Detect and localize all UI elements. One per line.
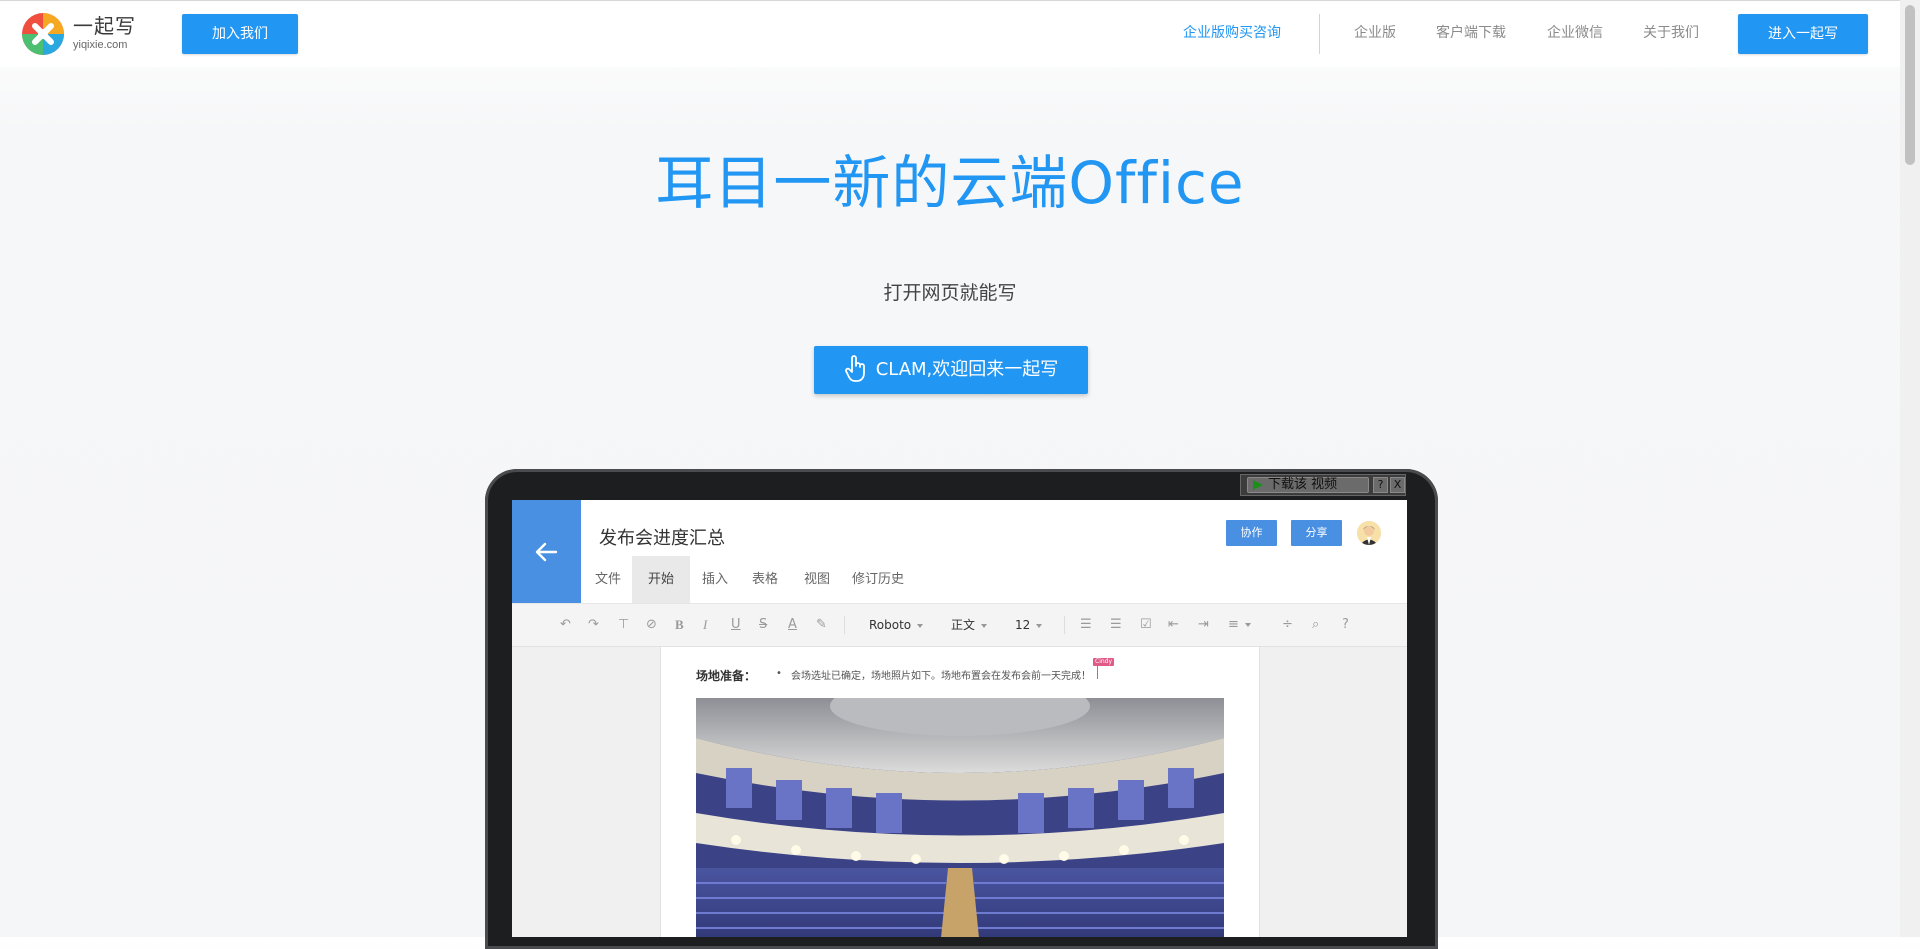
collaborate-button[interactable]: 协作 bbox=[1226, 520, 1277, 546]
nav-client-download[interactable]: 客户端下载 bbox=[1436, 24, 1506, 42]
font-size-select[interactable]: 12 bbox=[1015, 617, 1043, 633]
chevron-down-icon bbox=[1244, 622, 1251, 627]
section-label: 场地准备： bbox=[696, 669, 757, 683]
tab-file[interactable]: 文件 bbox=[588, 556, 628, 603]
welcome-back-button[interactable]: CLAM,欢迎回来一起写 bbox=[814, 346, 1088, 394]
logo-domain: yiqixie.com bbox=[73, 39, 128, 51]
venue-photo bbox=[696, 698, 1224, 937]
tab-revision-history[interactable]: 修订历史 bbox=[850, 556, 906, 603]
paragraph-style-value: 正文 bbox=[951, 618, 976, 632]
user-avatar[interactable] bbox=[1357, 521, 1381, 545]
redo-icon[interactable]: ↷ bbox=[588, 617, 599, 633]
welcome-button-label: CLAM,欢迎回来一起写 bbox=[875, 359, 1059, 380]
tab-home[interactable]: 开始 bbox=[632, 556, 690, 603]
toolbar-divider bbox=[844, 616, 845, 634]
outdent-icon[interactable]: ⇤ bbox=[1168, 617, 1179, 633]
chevron-down-icon bbox=[917, 623, 924, 628]
chevron-down-icon bbox=[1036, 623, 1043, 628]
hero-title: 耳目一新的云端Office bbox=[655, 149, 1245, 217]
share-button[interactable]: 分享 bbox=[1291, 520, 1342, 546]
download-video-label: 下载该 视频 bbox=[1268, 477, 1338, 492]
font-color-icon[interactable]: A bbox=[788, 617, 797, 633]
checklist-icon[interactable]: ☑ bbox=[1140, 617, 1152, 633]
nav-enterprise-consult[interactable]: 企业版购买咨询 bbox=[1183, 24, 1281, 42]
scrollbar-thumb[interactable] bbox=[1905, 5, 1915, 165]
bullet: • bbox=[776, 668, 782, 679]
bullet-list-icon[interactable]: ☰ bbox=[1110, 617, 1122, 633]
search-icon[interactable]: ⌕ bbox=[1312, 617, 1319, 633]
top-navbar: 一起写 yiqixie.com 加入我们 企业版购买咨询 企业版 客户端下载 企… bbox=[0, 0, 1900, 67]
back-button[interactable] bbox=[512, 500, 581, 603]
logo-name: 一起写 bbox=[73, 14, 136, 38]
undo-icon[interactable]: ↶ bbox=[560, 617, 571, 633]
nav-divider bbox=[1319, 14, 1320, 54]
underline-icon[interactable]: U bbox=[731, 617, 741, 633]
nav-enterprise[interactable]: 企业版 bbox=[1354, 24, 1396, 42]
clear-format-icon[interactable]: ⊘ bbox=[646, 617, 657, 633]
highlight-icon[interactable]: ✎ bbox=[816, 617, 827, 633]
indent-icon[interactable]: ⇥ bbox=[1198, 617, 1209, 633]
format-painter-icon[interactable]: ⊤ bbox=[618, 617, 629, 633]
font-size-value: 12 bbox=[1015, 618, 1031, 632]
tab-view[interactable]: 视图 bbox=[796, 556, 838, 603]
arrow-left-icon bbox=[535, 542, 558, 562]
download-video-button[interactable]: 下载该 视频 bbox=[1247, 477, 1369, 493]
page-scrollbar[interactable] bbox=[1900, 0, 1920, 937]
paragraph-style-select[interactable]: 正文 bbox=[951, 617, 988, 633]
align-icon[interactable]: ≡ bbox=[1228, 617, 1251, 633]
font-family-select[interactable]: Roboto bbox=[869, 617, 924, 633]
paragraph-text: 会场选址已确定，场地照片如下。场地布置会在发布会前一天完成！ bbox=[791, 671, 1091, 682]
chevron-down-icon bbox=[981, 623, 988, 628]
collaborator-cursor bbox=[1097, 666, 1098, 679]
nav-enterprise-wechat[interactable]: 企业微信 bbox=[1547, 24, 1603, 42]
italic-icon[interactable]: I bbox=[703, 617, 707, 633]
nav-about-us[interactable]: 关于我们 bbox=[1643, 24, 1699, 42]
hand-pointer-icon bbox=[844, 355, 865, 382]
document-title: 发布会进度汇总 bbox=[599, 528, 725, 549]
toolbar-divider bbox=[1064, 616, 1065, 634]
strikethrough-icon[interactable]: S bbox=[759, 617, 767, 633]
font-family-value: Roboto bbox=[869, 618, 912, 632]
logo-text[interactable]: 一起写 yiqixie.com bbox=[73, 15, 136, 51]
help-button[interactable]: ? bbox=[1373, 477, 1388, 493]
numbered-list-icon[interactable]: ☰ bbox=[1080, 617, 1092, 633]
document-page[interactable]: 场地准备： • 会场选址已确定，场地照片如下。场地布置会在发布会前一天完成！ C… bbox=[660, 647, 1260, 937]
enter-app-button[interactable]: 进入一起写 bbox=[1738, 14, 1868, 54]
collaborator-cursor-tag: Cindy bbox=[1093, 658, 1115, 666]
app-screenshot: 发布会进度汇总 协作 分享 文件 开始 插入 表格 视图 修订历史 ↶ ↷ ⊤ … bbox=[512, 500, 1407, 937]
tab-insert[interactable]: 插入 bbox=[694, 556, 736, 603]
format-toolbar: ↶ ↷ ⊤ ⊘ B I U S A ✎ Roboto 正文 12 ☰ ☰ ☑ ⇤… bbox=[512, 603, 1407, 647]
page-break-icon[interactable]: ÷ bbox=[1282, 617, 1293, 633]
play-icon bbox=[1253, 480, 1263, 490]
join-us-button[interactable]: 加入我们 bbox=[182, 14, 298, 54]
yiqixie-logo-icon[interactable] bbox=[21, 12, 65, 56]
hero-subtitle: 打开网页就能写 bbox=[883, 282, 1017, 304]
doc-header: 发布会进度汇总 协作 分享 文件 开始 插入 表格 视图 修订历史 bbox=[512, 500, 1407, 603]
help-icon[interactable]: ? bbox=[1342, 617, 1349, 633]
video-download-overlay: 下载该 视频 ? X bbox=[1240, 474, 1406, 496]
close-overlay-button[interactable]: X bbox=[1390, 477, 1405, 493]
bold-icon[interactable]: B bbox=[675, 617, 684, 633]
tab-table[interactable]: 表格 bbox=[744, 556, 786, 603]
